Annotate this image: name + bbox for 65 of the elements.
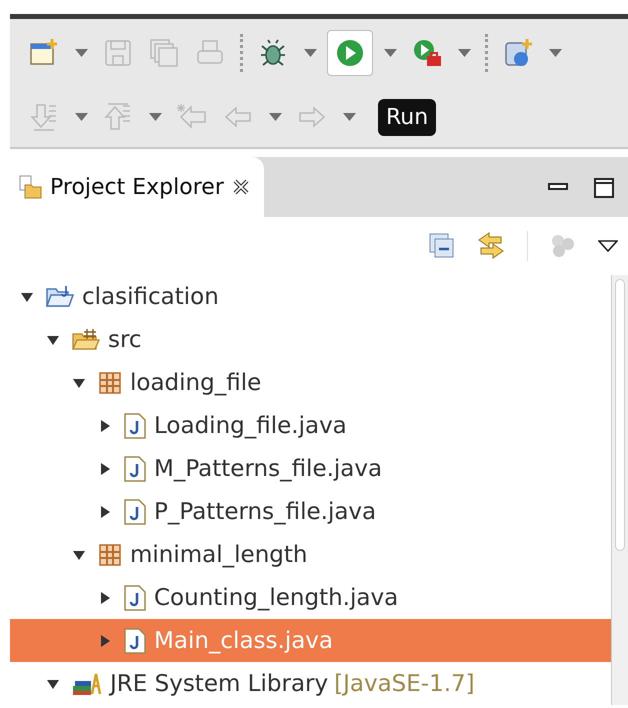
java-file-icon — [124, 628, 146, 654]
expand-arrow-icon[interactable] — [98, 462, 112, 476]
expand-arrow-icon[interactable] — [98, 418, 112, 432]
tree-item-label: P_Patterns_file.java — [154, 498, 376, 524]
tree-item-label: Loading_file.java — [154, 412, 347, 438]
maximize-icon[interactable] — [594, 178, 614, 198]
java-file-icon — [124, 584, 146, 610]
tree-item[interactable]: Loading_file.java — [10, 404, 611, 447]
left-arrow-star-icon — [177, 102, 207, 132]
up-arrow-list-icon — [103, 102, 133, 132]
tree-item-label: Counting_length.java — [154, 584, 398, 610]
floppy-disks-icon — [149, 38, 179, 68]
caret-icon — [384, 49, 396, 57]
tree-item[interactable]: Counting_length.java — [10, 576, 611, 619]
tree-item-label: src — [108, 326, 142, 352]
tree-item[interactable]: src — [10, 318, 611, 361]
tree-item-label: M_Patterns_file.java — [154, 456, 382, 482]
expand-arrow-icon[interactable] — [98, 590, 112, 604]
scrollbar-thumb[interactable] — [615, 279, 625, 551]
caret-icon — [342, 113, 356, 121]
tree-item[interactable]: M_Patterns_file.java — [10, 447, 611, 490]
library-version-label: [JavaSE-1.7] — [334, 670, 475, 696]
run-button[interactable] — [327, 30, 373, 76]
tree-item[interactable]: loading_file — [10, 361, 611, 404]
project-folder-icon — [46, 284, 74, 308]
tree-item-label: Main_class.java — [154, 628, 334, 654]
bug-icon — [258, 38, 288, 68]
caret-icon — [268, 113, 282, 121]
minimize-icon[interactable] — [548, 183, 568, 191]
new-window-icon — [29, 38, 59, 68]
java-file-icon — [124, 456, 146, 482]
tree-item[interactable]: minimal_length — [10, 533, 611, 576]
tree-item-label: JRE System Library — [110, 670, 328, 696]
books-icon — [72, 672, 102, 696]
filter-dots-icon[interactable] — [550, 233, 576, 259]
caret-icon — [458, 49, 470, 57]
tree-item[interactable]: JRE System Library [JavaSE-1.7] — [10, 662, 611, 705]
package-folder-icon — [72, 328, 100, 352]
close-icon[interactable] — [232, 178, 250, 196]
tree-item[interactable]: clasification — [10, 275, 611, 318]
expand-arrow-icon[interactable] — [98, 504, 112, 518]
down-arrow-list-icon — [29, 102, 59, 132]
tree-item-label: clasification — [82, 284, 219, 310]
view-menu-icon[interactable] — [598, 240, 618, 252]
scrollbar[interactable] — [611, 275, 628, 705]
folder-icon — [18, 175, 42, 199]
play-icon — [335, 38, 365, 68]
collapse-all-icon[interactable] — [429, 233, 455, 259]
caret-icon — [548, 49, 562, 57]
caret-icon — [304, 49, 316, 57]
link-arrows-icon[interactable] — [477, 231, 505, 261]
package-icon — [98, 542, 122, 566]
java-file-icon — [124, 498, 146, 524]
caret-icon — [74, 49, 88, 57]
java-file-icon — [124, 412, 146, 438]
tree-item[interactable]: P_Patterns_file.java — [10, 490, 611, 533]
new-item-icon — [503, 38, 533, 68]
caret-icon — [148, 113, 162, 121]
caret-icon — [74, 113, 88, 121]
tree-item-label: minimal_length — [130, 542, 308, 568]
view-tab[interactable]: Project Explorer — [10, 157, 264, 217]
tooltip: Run — [378, 98, 436, 136]
package-icon — [98, 370, 122, 394]
tree-item-label: loading_file — [130, 370, 262, 396]
play-toolbox-icon — [412, 38, 442, 68]
